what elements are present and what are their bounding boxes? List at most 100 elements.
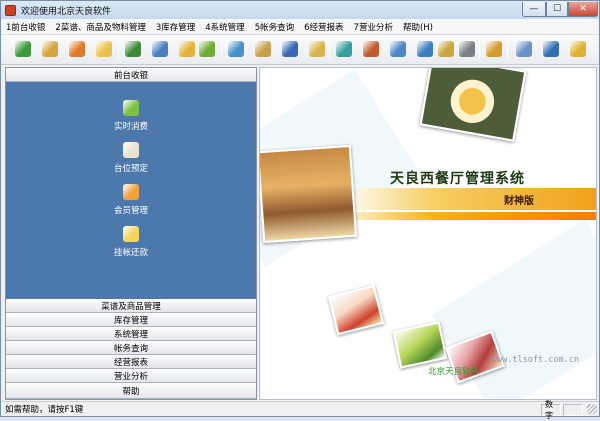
toolbar-edit-button[interactable] <box>149 38 171 60</box>
toolbar-separator <box>221 39 222 59</box>
group-header-reports[interactable]: 经营报表 <box>6 355 256 369</box>
status-numlock: 数字 <box>541 400 561 420</box>
toolbar <box>1 35 599 65</box>
clock-icon <box>123 142 139 158</box>
toolbar-settings-button[interactable] <box>225 38 247 60</box>
menu-accounts[interactable]: 5帐务查询 <box>250 21 299 33</box>
checkout-icon <box>15 41 31 57</box>
status-bar: 如需帮助，请按F1键 数字 <box>1 400 599 420</box>
toolbar-checkout-button[interactable] <box>12 38 34 60</box>
menu-reports[interactable]: 6经营报表 <box>299 21 348 33</box>
toolbar-edit-doc-button[interactable] <box>306 38 328 60</box>
nav-member-management[interactable]: 会员管理 <box>101 184 161 216</box>
note-icon <box>179 41 195 57</box>
edit-doc-icon <box>309 41 325 57</box>
toolbar-report-button[interactable] <box>333 38 355 60</box>
toolbar-reservation-button[interactable] <box>39 38 61 60</box>
nav-label: 台位预定 <box>113 164 148 174</box>
config-icon <box>390 41 406 57</box>
banner-gold-stripe <box>340 188 596 210</box>
status-empty-cell <box>563 404 583 416</box>
toolbar-separator <box>479 39 480 59</box>
toolbar-network-button[interactable] <box>414 38 436 60</box>
sign-icon <box>96 41 112 57</box>
menu-analysis[interactable]: 7营业分析 <box>349 21 398 33</box>
dessert-photo <box>327 284 385 336</box>
product-title: 天良西餐厅管理系统 <box>390 171 525 187</box>
toolbar-printer-button[interactable] <box>456 38 478 60</box>
toolbar-book-button[interactable] <box>279 38 301 60</box>
members-icon <box>123 184 139 200</box>
nav-label: 挂帐还款 <box>113 248 148 258</box>
toolbar-lock-button[interactable] <box>567 38 589 60</box>
toolbar-key-button[interactable] <box>435 38 457 60</box>
checkout-group-content: 实时消费 台位预定 会员管理 挂帐还款 <box>6 82 256 299</box>
sign-icon <box>123 226 139 242</box>
toolbar-separator <box>329 39 330 59</box>
toolbar-config-button[interactable] <box>387 38 409 60</box>
realtime-consume-icon <box>123 100 139 116</box>
toolbar-search-button[interactable] <box>252 38 274 60</box>
maximize-button[interactable]: ☐ <box>546 2 568 17</box>
settings-icon <box>228 41 244 57</box>
toolbar-separator <box>507 39 508 59</box>
group-header-system[interactable]: 系统管理 <box>6 327 256 341</box>
edit-icon <box>152 41 168 57</box>
nav-realtime-consume[interactable]: 实时消费 <box>101 100 161 132</box>
group-header-help[interactable]: 帮助 <box>6 383 256 399</box>
restaurant-interior-photo <box>260 144 358 244</box>
product-edition: 财神版 <box>504 196 534 207</box>
chart-icon <box>363 41 379 57</box>
nav-label: 会员管理 <box>113 206 148 216</box>
group-header-menu-management[interactable]: 菜谱及商品管理 <box>6 299 256 313</box>
toolbar-credit-button[interactable] <box>93 38 115 60</box>
menu-inventory[interactable]: 3库存管理 <box>151 21 200 33</box>
toolbar-members-button[interactable] <box>66 38 88 60</box>
menu-checkout[interactable]: 1前台收银 <box>1 21 50 33</box>
nav-credit-repayment[interactable]: 挂帐还款 <box>101 226 161 258</box>
group-header-inventory[interactable]: 库存管理 <box>6 313 256 327</box>
tools-icon <box>486 41 502 57</box>
printer-icon <box>459 41 475 57</box>
minimize-button[interactable]: — <box>522 2 546 17</box>
toolbar-note-button[interactable] <box>176 38 198 60</box>
menu-bar: 1前台收银 2菜谱、商品及物料管理 3库存管理 4系统管理 5帐务查询 6经营报… <box>1 19 599 35</box>
toolbar-chart-button[interactable] <box>360 38 382 60</box>
report-icon <box>336 41 352 57</box>
group-header-analysis[interactable]: 营业分析 <box>6 369 256 383</box>
banner-orange-stripe <box>330 212 596 220</box>
key-icon <box>438 41 454 57</box>
document-icon <box>516 41 532 57</box>
toolbar-dish-button[interactable] <box>122 38 144 60</box>
toolbar-folder-button[interactable] <box>196 38 218 60</box>
nav-table-reservation[interactable]: 台位预定 <box>101 142 161 174</box>
members-icon <box>69 41 85 57</box>
book-icon <box>282 41 298 57</box>
window-title: 欢迎使用北京天良软件 <box>21 6 112 17</box>
close-button[interactable]: ✕ <box>568 2 598 17</box>
dish-icon <box>125 41 141 57</box>
user-icon <box>543 41 559 57</box>
app-icon <box>5 4 16 16</box>
navigation-panel: 前台收银 实时消费 台位预定 会员管理 挂帐还款 菜谱及商品管理 库存管理 系统… <box>5 67 257 400</box>
menu-menu-management[interactable]: 2菜谱、商品及物料管理 <box>50 21 150 33</box>
resize-grip[interactable] <box>587 404 597 414</box>
menu-help[interactable]: 帮助(H) <box>398 21 438 33</box>
nav-label: 实时消费 <box>113 122 148 132</box>
toolbar-user-button[interactable] <box>540 38 562 60</box>
folder-icon <box>199 41 215 57</box>
lock-icon <box>570 41 586 57</box>
menu-system[interactable]: 4系统管理 <box>200 21 249 33</box>
group-header-checkout[interactable]: 前台收银 <box>6 68 256 82</box>
toolbar-separator <box>118 39 119 59</box>
toolbar-document-button[interactable] <box>513 38 535 60</box>
company-name: 北京天良软件 <box>428 367 480 377</box>
food-plate-photo <box>419 68 527 142</box>
network-icon <box>417 41 433 57</box>
title-bar[interactable]: 欢迎使用北京天良软件 — ☐ ✕ <box>1 1 599 19</box>
salad-photo <box>392 321 448 369</box>
company-url: www.tlsoft.com.cn <box>492 355 579 365</box>
group-header-accounts[interactable]: 帐务查询 <box>6 341 256 355</box>
search-icon <box>255 41 271 57</box>
toolbar-tools-button[interactable] <box>483 38 505 60</box>
